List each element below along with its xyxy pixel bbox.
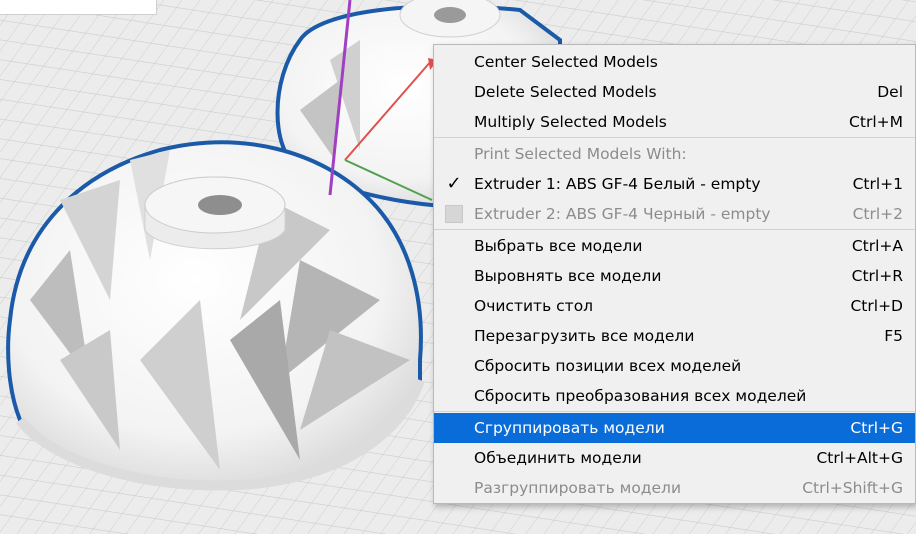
menu-item-label: Выровнять все модели [474,267,662,285]
menu-item-label: Extruder 2: ABS GF-4 Черный - empty [474,205,771,223]
menu-item-shortcut: Ctrl+Alt+G [816,449,903,467]
menu-item-clear-plate[interactable]: Очистить стол Ctrl+D [434,291,915,321]
menu-item-extruder-1[interactable]: ✓ Extruder 1: ABS GF-4 Белый - empty Ctr… [434,169,915,199]
menu-item-label: Перезагрузить все модели [474,327,695,345]
menu-item-reset-positions[interactable]: Сбросить позиции всех моделей [434,351,915,381]
menu-item-delete-selected[interactable]: Delete Selected Models Del [434,77,915,107]
menu-item-merge-models[interactable]: Объединить модели Ctrl+Alt+G [434,443,915,473]
menu-separator [434,411,915,412]
menu-item-label: Extruder 1: ABS GF-4 Белый - empty [474,175,761,193]
menu-item-shortcut: Ctrl+M [849,113,903,131]
menu-item-label: Multiply Selected Models [474,113,667,131]
menu-item-select-all[interactable]: Выбрать все модели Ctrl+A [434,231,915,261]
menu-item-shortcut: F5 [884,327,903,345]
menu-item-label: Очистить стол [474,297,594,315]
menu-separator [434,137,915,138]
menu-item-reset-transforms[interactable]: Сбросить преобразования всех моделей [434,381,915,411]
menu-item-label: Center Selected Models [474,53,658,71]
menu-item-label: Сбросить преобразования всех моделей [474,387,807,405]
menu-item-label: Сбросить позиции всех моделей [474,357,742,375]
checkmark-icon: ✓ [446,173,462,194]
menu-header-print-with: Print Selected Models With: [434,139,915,169]
menu-item-label: Выбрать все модели [474,237,643,255]
menu-item-shortcut: Ctrl+Shift+G [802,479,903,497]
top-toolbar-fragment [0,0,157,15]
menu-item-label: Print Selected Models With: [474,145,687,163]
menu-item-group-models[interactable]: Сгруппировать модели Ctrl+G [434,413,915,443]
menu-item-shortcut: Ctrl+D [850,297,903,315]
menu-item-shortcut: Ctrl+2 [852,205,903,223]
menu-item-shortcut: Ctrl+G [850,419,903,437]
menu-item-ungroup-models: Разгруппировать модели Ctrl+Shift+G [434,473,915,503]
menu-item-label: Delete Selected Models [474,83,657,101]
menu-item-extruder-2: Extruder 2: ABS GF-4 Черный - empty Ctrl… [434,199,915,229]
menu-item-center-selected[interactable]: Center Selected Models [434,47,915,77]
menu-item-arrange-all[interactable]: Выровнять все модели Ctrl+R [434,261,915,291]
menu-item-multiply-selected[interactable]: Multiply Selected Models Ctrl+M [434,107,915,137]
menu-item-shortcut: Del [877,83,903,101]
context-menu: Center Selected Models Delete Selected M… [433,44,916,504]
checkbox-icon [445,205,463,223]
menu-separator [434,229,915,230]
menu-item-shortcut: Ctrl+A [851,237,903,255]
menu-item-label: Объединить модели [474,449,642,467]
menu-item-label: Сгруппировать модели [474,419,665,437]
menu-item-label: Разгруппировать модели [474,479,682,497]
menu-item-shortcut: Ctrl+1 [852,175,903,193]
menu-item-shortcut: Ctrl+R [851,267,903,285]
menu-item-reload-all[interactable]: Перезагрузить все модели F5 [434,321,915,351]
